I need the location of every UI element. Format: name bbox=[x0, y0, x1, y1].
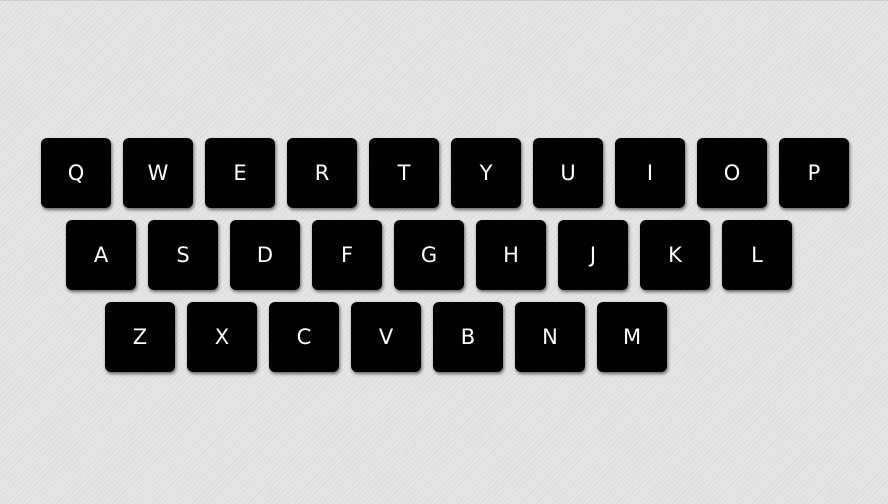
key-s[interactable]: S bbox=[148, 220, 218, 290]
key-i[interactable]: I bbox=[615, 138, 685, 208]
key-k[interactable]: K bbox=[640, 220, 710, 290]
key-m[interactable]: M bbox=[597, 302, 667, 372]
key-e[interactable]: E bbox=[205, 138, 275, 208]
key-g[interactable]: G bbox=[394, 220, 464, 290]
on-screen-keyboard: Q W E R T Y U I O P A S D F G H J K L Z … bbox=[0, 0, 888, 504]
key-p[interactable]: P bbox=[779, 138, 849, 208]
key-x[interactable]: X bbox=[187, 302, 257, 372]
keyboard-row-2: A S D F G H J K L bbox=[66, 220, 792, 290]
keyboard-row-1: Q W E R T Y U I O P bbox=[41, 138, 849, 208]
key-w[interactable]: W bbox=[123, 138, 193, 208]
key-d[interactable]: D bbox=[230, 220, 300, 290]
key-b[interactable]: B bbox=[433, 302, 503, 372]
key-c[interactable]: C bbox=[269, 302, 339, 372]
key-r[interactable]: R bbox=[287, 138, 357, 208]
key-y[interactable]: Y bbox=[451, 138, 521, 208]
key-q[interactable]: Q bbox=[41, 138, 111, 208]
key-a[interactable]: A bbox=[66, 220, 136, 290]
key-z[interactable]: Z bbox=[105, 302, 175, 372]
key-t[interactable]: T bbox=[369, 138, 439, 208]
key-j[interactable]: J bbox=[558, 220, 628, 290]
key-h[interactable]: H bbox=[476, 220, 546, 290]
key-f[interactable]: F bbox=[312, 220, 382, 290]
key-o[interactable]: O bbox=[697, 138, 767, 208]
keyboard-row-3: Z X C V B N M bbox=[105, 302, 667, 372]
key-u[interactable]: U bbox=[533, 138, 603, 208]
key-l[interactable]: L bbox=[722, 220, 792, 290]
key-v[interactable]: V bbox=[351, 302, 421, 372]
key-n[interactable]: N bbox=[515, 302, 585, 372]
